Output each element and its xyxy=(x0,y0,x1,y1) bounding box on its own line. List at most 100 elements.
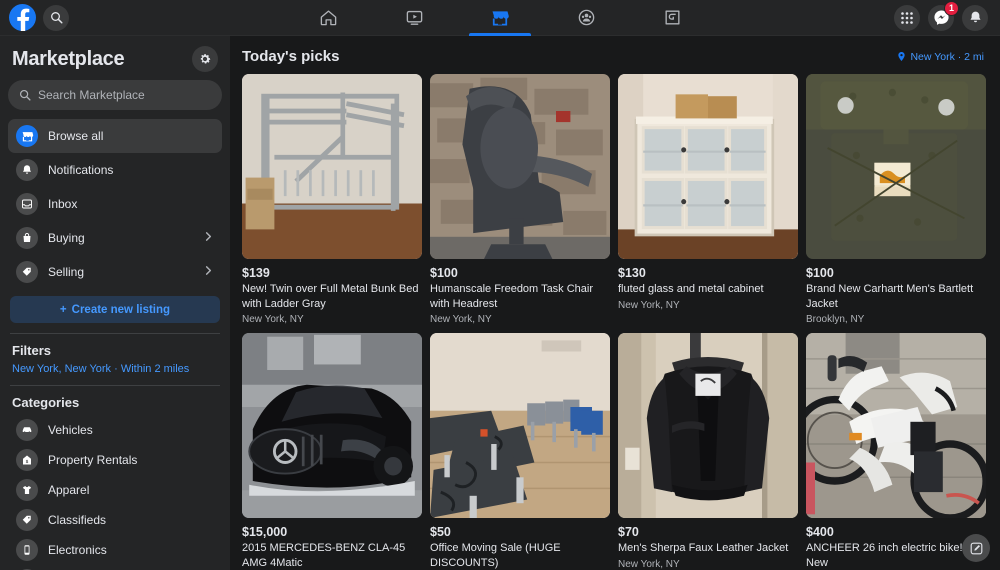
listing-image-office-chair[interactable] xyxy=(430,74,610,259)
messenger-button[interactable]: 1 xyxy=(928,5,954,31)
listing-image-glass-cabinet[interactable] xyxy=(618,74,798,259)
section-title: Today's picks xyxy=(242,48,340,65)
top-navigation-bar: 1 xyxy=(0,0,1000,36)
nav-right-group: 1 xyxy=(894,5,1000,31)
messenger-badge: 1 xyxy=(944,1,959,16)
listing-title: New! Twin over Full Metal Bunk Bed with … xyxy=(242,282,422,311)
listing-title: Brand New Carhartt Men's Bartlett Jacket xyxy=(806,282,986,311)
nav-tab-home[interactable] xyxy=(285,0,371,36)
category-label: Apparel xyxy=(48,483,89,497)
listing-image-electric-bike[interactable] xyxy=(806,333,986,518)
chevron-right-icon xyxy=(203,263,214,281)
listing-card[interactable]: $100 Humanscale Freedom Task Chair with … xyxy=(430,74,610,325)
tag-icon xyxy=(16,509,38,531)
compose-icon xyxy=(969,541,984,556)
nav-tab-gaming[interactable] xyxy=(629,0,715,36)
listing-location: New York, NY xyxy=(618,559,798,570)
listing-image-office-desks[interactable] xyxy=(430,333,610,518)
settings-button[interactable] xyxy=(192,46,218,72)
listing-image-mercedes-car[interactable] xyxy=(242,333,422,518)
home-icon xyxy=(319,8,338,27)
listing-location: New York, NY xyxy=(618,300,798,311)
chevron-right-icon xyxy=(203,229,214,247)
listing-price: $15,000 xyxy=(242,525,422,539)
sidebar-item-label: Notifications xyxy=(48,163,113,177)
listing-price: $100 xyxy=(806,266,986,280)
page-body: Marketplace Search Marketplace xyxy=(0,36,1000,570)
listing-card[interactable]: $15,000 2015 MERCEDES-BENZ CLA-45 AMG 4M… xyxy=(242,333,422,570)
nav-search-button[interactable] xyxy=(43,5,69,31)
listing-location: New York, NY xyxy=(242,314,422,325)
listings-grid: $139 New! Twin over Full Metal Bunk Bed … xyxy=(236,74,988,570)
listing-card[interactable]: $139 New! Twin over Full Metal Bunk Bed … xyxy=(242,74,422,325)
nav-tab-groups[interactable] xyxy=(543,0,629,36)
listing-title: 2015 MERCEDES-BENZ CLA-45 AMG 4Matic xyxy=(242,541,422,570)
notifications-button[interactable] xyxy=(962,5,988,31)
tshirt-icon xyxy=(16,479,38,501)
sidebar-item-label: Browse all xyxy=(48,129,103,143)
create-new-listing-button[interactable]: + Create new listing xyxy=(10,296,220,323)
bell-icon xyxy=(968,10,983,25)
search-marketplace-input[interactable]: Search Marketplace xyxy=(8,80,222,110)
category-item-property-rentals[interactable]: $ Property Rentals xyxy=(8,445,222,475)
listing-title: ANCHEER 26 inch electric bike! New xyxy=(806,541,986,570)
sidebar-item-selling[interactable]: Selling xyxy=(8,255,222,289)
gear-icon xyxy=(198,52,212,66)
sidebar-item-inbox[interactable]: Inbox xyxy=(8,187,222,221)
listing-image-carhartt-jacket[interactable] xyxy=(806,74,986,259)
page-title: Marketplace xyxy=(12,48,124,71)
category-item-electronics[interactable]: Electronics xyxy=(8,535,222,565)
nav-tab-marketplace[interactable] xyxy=(457,0,543,36)
listing-title: Office Moving Sale (HUGE DISCOUNTS) xyxy=(430,541,610,570)
listing-card[interactable]: $50 Office Moving Sale (HUGE DISCOUNTS) … xyxy=(430,333,610,570)
category-item-apparel[interactable]: Apparel xyxy=(8,475,222,505)
category-label: Electronics xyxy=(48,543,107,557)
create-listing-label: Create new listing xyxy=(72,304,170,316)
groups-icon xyxy=(577,8,596,27)
listing-price: $400 xyxy=(806,525,986,539)
listing-image-bunk-bed[interactable] xyxy=(242,74,422,259)
category-label: Vehicles xyxy=(48,423,93,437)
menu-grid-button[interactable] xyxy=(894,5,920,31)
facebook-logo[interactable] xyxy=(9,4,36,31)
category-item-classifieds[interactable]: Classifieds xyxy=(8,505,222,535)
inbox-icon xyxy=(16,193,38,215)
listing-card[interactable]: $400 ANCHEER 26 inch electric bike! New … xyxy=(806,333,986,570)
phone-icon xyxy=(16,539,38,561)
category-item-entertainment[interactable]: Entertainment xyxy=(8,565,222,570)
nav-left-group xyxy=(0,4,230,31)
listing-card[interactable]: $100 Brand New Carhartt Men's Bartlett J… xyxy=(806,74,986,325)
grid-menu-icon xyxy=(900,11,914,25)
marketplace-sidebar: Marketplace Search Marketplace xyxy=(0,36,230,570)
sidebar-item-notifications[interactable]: Notifications xyxy=(8,153,222,187)
listing-image-leather-jacket[interactable] xyxy=(618,333,798,518)
marketplace-store-icon xyxy=(490,8,510,28)
category-label: Classifieds xyxy=(48,513,106,527)
nav-tabs xyxy=(285,0,715,36)
search-icon xyxy=(50,11,63,24)
sidebar-item-buying[interactable]: Buying xyxy=(8,221,222,255)
filters-heading: Filters xyxy=(8,334,222,363)
main-header: Today's picks New York · 2 mi xyxy=(236,36,988,74)
listing-location: Brooklyn, NY xyxy=(806,314,986,325)
categories-heading: Categories xyxy=(8,386,222,415)
location-filter[interactable]: New York · 2 mi xyxy=(896,51,984,63)
sidebar-item-label: Buying xyxy=(48,231,85,245)
listing-card[interactable]: $130 fluted glass and metal cabinet New … xyxy=(618,74,798,325)
location-pin-icon xyxy=(896,51,907,62)
nav-tab-watch[interactable] xyxy=(371,0,457,36)
listing-price: $139 xyxy=(242,266,422,280)
listing-card[interactable]: $70 Men's Sherpa Faux Leather Jacket New… xyxy=(618,333,798,570)
listing-location: New York, NY xyxy=(430,314,610,325)
search-placeholder: Search Marketplace xyxy=(38,88,145,102)
listing-price: $70 xyxy=(618,525,798,539)
create-listing-fab[interactable] xyxy=(962,534,990,562)
sidebar-item-browse-all[interactable]: Browse all xyxy=(8,119,222,153)
plus-icon: + xyxy=(60,304,67,316)
filters-value[interactable]: New York, New York · Within 2 miles xyxy=(8,363,222,375)
sidebar-item-label: Inbox xyxy=(48,197,77,211)
category-item-vehicles[interactable]: Vehicles xyxy=(8,415,222,445)
location-text: New York · 2 mi xyxy=(910,51,984,63)
search-icon xyxy=(19,89,31,101)
tag-icon xyxy=(16,261,38,283)
